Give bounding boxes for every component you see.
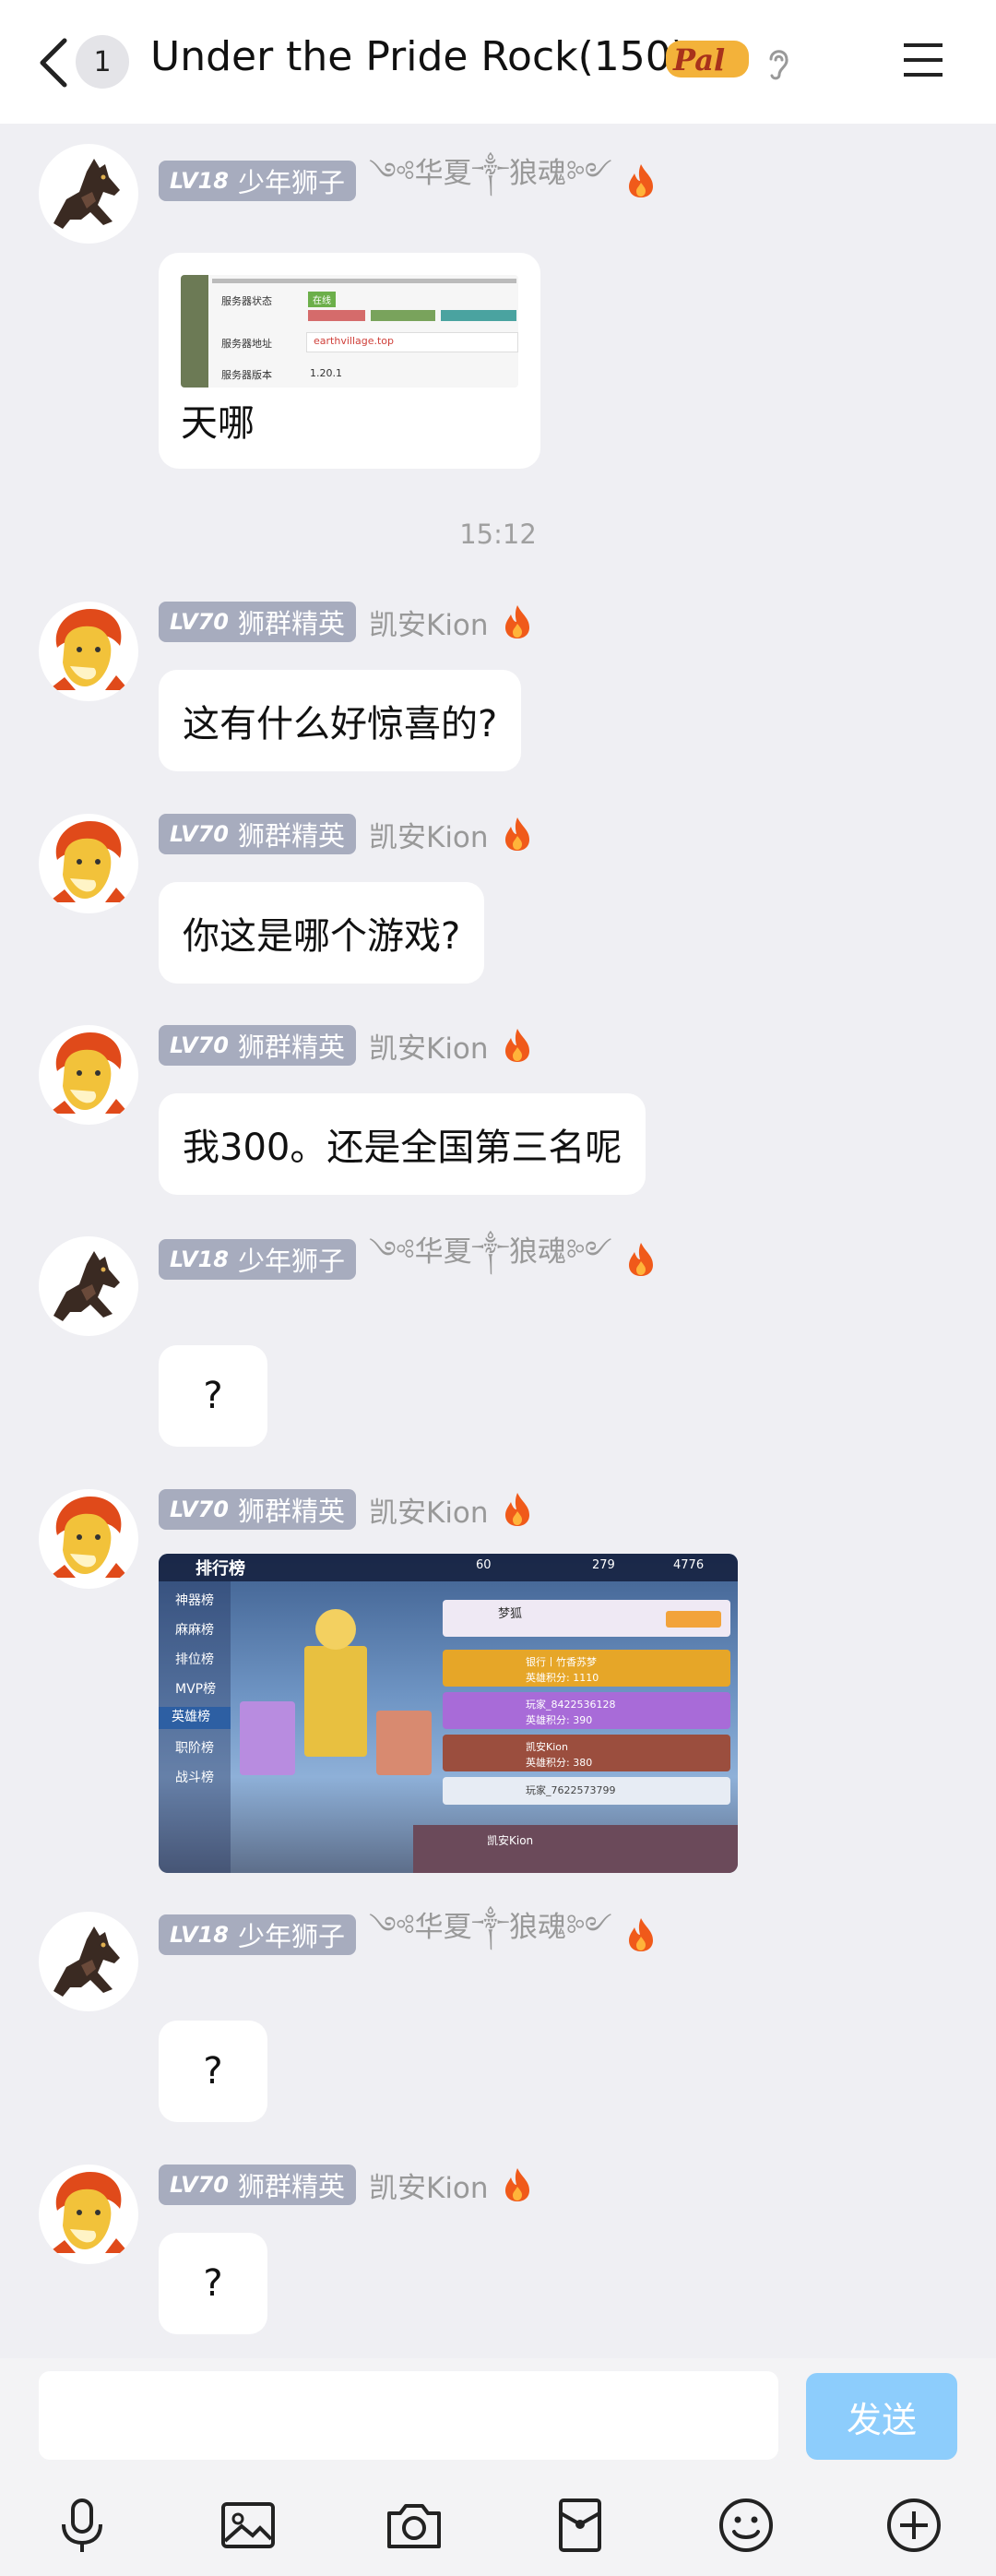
avatar[interactable] bbox=[39, 1912, 138, 2011]
flame-icon bbox=[504, 2168, 529, 2201]
server-info-screenshot[interactable]: 服务器状态 在线 服务器地址 earthvillage.top 服务器版本 1.… bbox=[181, 275, 518, 388]
avatar[interactable] bbox=[39, 602, 138, 701]
sender-meta: LV70 狮群精英 凯安Kion bbox=[159, 1489, 533, 1530]
message-bubble[interactable]: 你这是哪个游戏? bbox=[159, 882, 485, 984]
level-tag: LV70 狮群精英 bbox=[159, 1489, 356, 1530]
emoji-icon[interactable] bbox=[716, 2495, 777, 2556]
sender-name[interactable]: ༺华夏༒狼魂༻ bbox=[369, 141, 612, 221]
avatar[interactable] bbox=[39, 1489, 138, 1589]
game-menu-item: 麻麻榜 bbox=[175, 1623, 214, 1638]
back-arrow-icon[interactable] bbox=[37, 37, 68, 89]
sender-name[interactable]: 凯安Kion bbox=[369, 814, 489, 855]
level-tag: LV70 狮群精英 bbox=[159, 814, 356, 854]
preview-tag: 在线 bbox=[308, 292, 336, 307]
sender-meta: LV18 少年狮子 ༺华夏༒狼魂༻ bbox=[159, 1235, 657, 1280]
menu-icon[interactable] bbox=[902, 41, 944, 79]
sender-meta: LV70 狮群精英 凯安Kion bbox=[159, 2165, 533, 2205]
game-side-menu: 神器榜 麻麻榜 排位榜 MVP榜 英雄榜 职阶榜 战斗榜 bbox=[159, 1581, 231, 1873]
level-tag: LV18 少年狮子 bbox=[159, 1239, 356, 1280]
level-tag: LV70 狮群精英 bbox=[159, 602, 356, 642]
red-packet-icon[interactable] bbox=[550, 2495, 611, 2556]
message-bubble[interactable]: ? bbox=[159, 2021, 267, 2122]
message-bubble[interactable]: ? bbox=[159, 2233, 267, 2334]
message-text: 天哪 bbox=[181, 402, 255, 445]
image-icon[interactable] bbox=[218, 2495, 279, 2556]
flame-icon bbox=[628, 1243, 653, 1276]
sender-name[interactable]: 凯安Kion bbox=[369, 602, 489, 643]
game-row: 玩家_7622573799 bbox=[443, 1777, 730, 1805]
game-leaderboard-screenshot[interactable]: 排行榜 60 279 4776 神器榜 麻麻榜 排位榜 MVP榜 英雄榜 职阶榜… bbox=[159, 1554, 738, 1873]
game-menu-item: 排位榜 bbox=[175, 1652, 214, 1667]
game-menu-item: 职阶榜 bbox=[175, 1741, 214, 1756]
unread-count-badge[interactable]: 1 bbox=[76, 35, 129, 89]
avatar[interactable] bbox=[39, 814, 138, 913]
image-text-bubble[interactable]: 服务器状态 在线 服务器地址 earthvillage.top 服务器版本 1.… bbox=[159, 253, 540, 469]
microphone-icon[interactable] bbox=[52, 2495, 113, 2556]
flame-icon bbox=[504, 605, 529, 638]
sender-name[interactable]: ༺华夏༒狼魂༻ bbox=[369, 1220, 612, 1300]
message-bubble[interactable]: 这有什么好惊喜的? bbox=[159, 670, 522, 771]
game-menu-item: MVP榜 bbox=[175, 1682, 217, 1697]
preview-text: 服务器状态 bbox=[221, 295, 272, 307]
flame-icon bbox=[628, 164, 653, 197]
preview-text: earthvillage.top bbox=[314, 335, 395, 347]
flame-icon bbox=[628, 1918, 653, 1951]
game-self-row: 凯安Kion bbox=[413, 1825, 738, 1873]
svg-text:Pal: Pal bbox=[672, 42, 725, 78]
chat-header: 1 Under the Pride Rock(150) Pal bbox=[0, 0, 996, 124]
avatar[interactable] bbox=[39, 1025, 138, 1125]
camera-icon[interactable] bbox=[384, 2495, 445, 2556]
game-menu-item: 战斗榜 bbox=[175, 1771, 214, 1785]
message-bubble[interactable]: ? bbox=[159, 1345, 267, 1447]
game-row: 银行丨竹香苏梦 英雄积分: 1110 bbox=[443, 1650, 730, 1687]
timestamp: 15:12 bbox=[459, 519, 537, 550]
preview-text: 服务器版本 bbox=[221, 369, 272, 381]
preview-text: 1.20.1 bbox=[310, 367, 342, 379]
avatar[interactable] bbox=[39, 1236, 138, 1336]
level-tag: LV18 少年狮子 bbox=[159, 1914, 356, 1955]
game-stat: 4776 bbox=[673, 1558, 705, 1572]
flame-icon bbox=[504, 1029, 529, 1062]
message-input[interactable] bbox=[39, 2371, 778, 2460]
flame-icon bbox=[504, 1493, 529, 1526]
game-stat: 279 bbox=[592, 1558, 615, 1572]
plus-icon[interactable] bbox=[883, 2495, 944, 2556]
sender-name[interactable]: 凯安Kion bbox=[369, 1025, 489, 1067]
level-tag: LV70 狮群精英 bbox=[159, 1025, 356, 1066]
ear-icon[interactable] bbox=[764, 44, 793, 81]
message-bubble[interactable]: 我300。还是全国第三名呢 bbox=[159, 1093, 646, 1195]
sender-meta: LV18 少年狮子 ༺华夏༒狼魂༻ bbox=[159, 157, 657, 201]
level-tag: LV70 狮群精英 bbox=[159, 2165, 356, 2205]
sender-meta: LV70 狮群精英 凯安Kion bbox=[159, 602, 533, 642]
avatar[interactable] bbox=[39, 144, 138, 244]
flame-icon bbox=[504, 817, 529, 851]
avatar[interactable] bbox=[39, 2165, 138, 2264]
game-stat: 60 bbox=[476, 1558, 492, 1572]
level-tag: LV18 少年狮子 bbox=[159, 161, 356, 201]
game-row: 凯安Kion 英雄积分: 380 bbox=[443, 1735, 730, 1771]
sender-name[interactable]: ༺华夏༒狼魂༻ bbox=[369, 1895, 612, 1975]
game-title: 排行榜 bbox=[196, 1559, 245, 1579]
preview-text: 服务器地址 bbox=[221, 338, 272, 350]
game-row: 梦狐 bbox=[443, 1600, 730, 1637]
sender-name[interactable]: 凯安Kion bbox=[369, 1489, 489, 1531]
sender-name[interactable]: 凯安Kion bbox=[369, 2165, 489, 2206]
game-menu-item: 神器榜 bbox=[175, 1593, 214, 1608]
sender-meta: LV70 狮群精英 凯安Kion bbox=[159, 814, 533, 854]
game-row: 玩家_8422536128 英雄积分: 390 bbox=[443, 1692, 730, 1729]
input-area: 发送 bbox=[0, 2358, 996, 2475]
bottom-toolbar bbox=[0, 2475, 996, 2576]
group-title[interactable]: Under the Pride Rock(150) bbox=[150, 33, 687, 80]
pal-logo-icon: Pal bbox=[666, 41, 749, 78]
sender-meta: LV70 狮群精英 凯安Kion bbox=[159, 1025, 533, 1066]
sender-meta: LV18 少年狮子 ༺华夏༒狼魂༻ bbox=[159, 1911, 657, 1955]
game-menu-item: 英雄榜 bbox=[159, 1707, 231, 1729]
send-button[interactable]: 发送 bbox=[806, 2373, 957, 2460]
game-topbar: 排行榜 60 279 4776 bbox=[159, 1554, 738, 1581]
